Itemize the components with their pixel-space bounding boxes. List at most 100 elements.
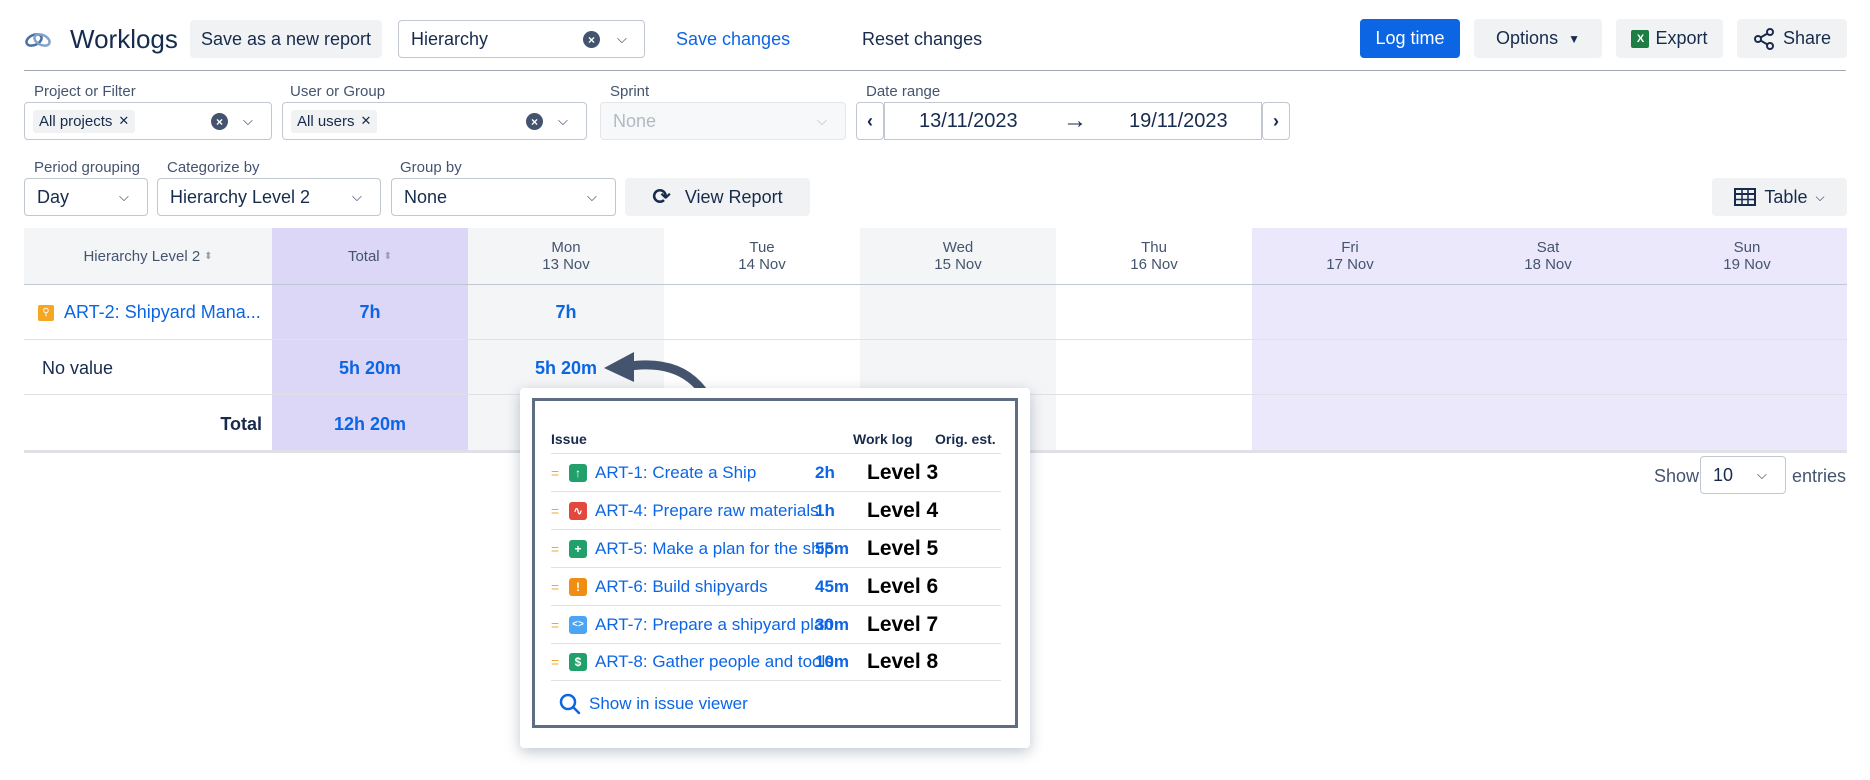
log-time-button[interactable]: Log time <box>1360 19 1460 58</box>
period-grouping-select[interactable]: Day ⌵ <box>24 178 148 216</box>
column-header-thu[interactable]: Thu 16 Nov <box>1056 228 1252 284</box>
issue-link[interactable]: ART-6: Build shipyards <box>595 577 815 597</box>
remove-chip-icon[interactable]: ✕ <box>361 113 372 129</box>
worklog-value[interactable]: 55m <box>815 539 867 559</box>
categorize-by-select[interactable]: Hierarchy Level 2 ⌵ <box>157 178 381 216</box>
column-header-wed[interactable]: Wed 15 Nov <box>860 228 1056 284</box>
total-row-value[interactable]: 12h 20m <box>272 414 468 435</box>
project-filter-label: Project or Filter <box>34 83 136 100</box>
popup-frame: Issue Work log Orig. est. = ↑ ART-1: Cre… <box>532 398 1018 728</box>
clear-icon[interactable]: × <box>583 31 600 48</box>
column-header-sat[interactable]: Sat 18 Nov <box>1449 228 1647 284</box>
sort-icon: ⬍ <box>383 250 393 262</box>
clear-icon[interactable]: × <box>526 113 543 130</box>
row-total-cell[interactable]: 5h 20m <box>272 358 468 379</box>
entries-label: entries <box>1792 466 1847 486</box>
column-header-total[interactable]: Total ⬍ <box>272 228 468 284</box>
project-chip[interactable]: All projects ✕ <box>33 109 136 133</box>
view-report-button[interactable]: ⟳ View Report <box>625 178 810 216</box>
popup-col-worklog: Work log <box>853 431 913 447</box>
group-by-select[interactable]: None ⌵ <box>391 178 616 216</box>
options-button[interactable]: Options ▼ <box>1474 19 1602 58</box>
day-date: 15 Nov <box>934 256 982 273</box>
issue-link[interactable]: ART-4: Prepare raw materials <box>595 501 819 521</box>
worklog-value[interactable]: 10m <box>815 652 867 672</box>
share-button[interactable]: Share <box>1737 19 1847 58</box>
popup-issue-row: = $ ART-8: Gather people and tools 10m L… <box>551 643 1001 681</box>
dollar-icon: $ <box>569 653 587 671</box>
sprint-label: Sprint <box>610 83 650 100</box>
entries-select[interactable]: 10 ⌵ <box>1700 456 1786 494</box>
header-divider <box>24 284 1847 285</box>
view-mode-button[interactable]: Table ⌵ <box>1712 178 1847 216</box>
day-name: Tue <box>749 239 775 256</box>
date-range-label: Date range <box>866 83 941 100</box>
chevron-down-icon: ⌵ <box>119 189 129 204</box>
chevron-down-icon: ▼ <box>1568 31 1580 46</box>
excel-icon: X <box>1631 29 1650 48</box>
date-prev-button[interactable]: ‹ <box>856 102 884 140</box>
column-header-category[interactable]: Hierarchy Level 2 ⬍ <box>24 228 272 284</box>
date-range-picker[interactable]: 13/11/2023 → 19/11/2023 <box>884 102 1262 140</box>
column-header-fri[interactable]: Fri 17 Nov <box>1252 228 1448 284</box>
code-icon: <> <box>569 615 587 634</box>
priority-medium-icon: = <box>551 464 560 481</box>
popup-issue-row: = ∿ ART-4: Prepare raw materials 1h Leve… <box>551 491 1001 529</box>
row-divider <box>24 339 1847 340</box>
share-icon <box>1753 27 1774 50</box>
plus-icon: + <box>569 539 587 558</box>
date-next-button[interactable]: › <box>1262 102 1290 140</box>
date-from[interactable]: 13/11/2023 <box>919 110 1018 133</box>
save-as-new-report-button[interactable]: Save as a new report <box>190 20 382 58</box>
worklog-value[interactable]: 45m <box>815 577 867 597</box>
chevron-down-icon: ⌵ <box>587 189 597 204</box>
header-divider <box>24 70 1846 71</box>
chevron-down-icon: ⌵ <box>1757 467 1767 482</box>
options-label: Options <box>1496 28 1559 48</box>
clear-icon[interactable]: × <box>211 113 228 130</box>
export-button[interactable]: X Export <box>1616 19 1723 58</box>
user-chip[interactable]: All users ✕ <box>291 109 378 133</box>
report-select-value: Hierarchy <box>411 28 489 49</box>
arrow-right-icon: → <box>1063 107 1087 134</box>
column-header-category-label: Hierarchy Level 2 <box>83 247 201 265</box>
row-label-link[interactable]: ART-2: Shipyard Mana... <box>64 302 261 323</box>
save-changes-button[interactable]: Save changes <box>676 20 790 58</box>
table-row: ⚲ ART-2: Shipyard Mana... <box>38 302 261 323</box>
user-filter-select[interactable]: All users ✕ × ⌵ <box>282 102 587 140</box>
row-mon-cell[interactable]: 7h <box>468 302 664 323</box>
row-total-cell[interactable]: 7h <box>272 302 468 323</box>
date-to[interactable]: 19/11/2023 <box>1129 110 1228 133</box>
show-in-issue-viewer-label: Show in issue viewer <box>589 694 748 713</box>
chevron-down-icon[interactable]: ⌵ <box>617 31 627 47</box>
pulse-icon: ∿ <box>569 501 587 520</box>
popup-issue-row: = ↑ ART-1: Create a Ship 2h Level 3 <box>551 453 1001 491</box>
column-header-total-label: Total <box>347 247 380 265</box>
issue-link[interactable]: ART-8: Gather people and tools <box>595 652 834 672</box>
column-header-tue[interactable]: Tue 14 Nov <box>664 228 860 284</box>
level-annotation: Level 6 <box>867 574 939 598</box>
reset-changes-button[interactable]: Reset changes <box>862 20 982 58</box>
popup-col-orig-est: Orig. est. <box>935 431 996 447</box>
show-in-issue-viewer-link[interactable]: Show in issue viewer <box>559 693 748 715</box>
remove-chip-icon[interactable]: ✕ <box>118 113 129 129</box>
issue-link[interactable]: ART-7: Prepare a shipyard plan <box>595 615 833 635</box>
chevron-down-icon[interactable]: ⌵ <box>558 113 568 129</box>
worklog-value[interactable]: 30m <box>815 615 867 635</box>
popup-issue-row: = <> ART-7: Prepare a shipyard plan 30m … <box>551 605 1001 643</box>
project-filter-select[interactable]: All projects ✕ × ⌵ <box>24 102 272 140</box>
level-annotation: Level 3 <box>867 460 939 484</box>
worklog-value[interactable]: 1h <box>815 501 867 521</box>
worklog-value[interactable]: 2h <box>815 463 867 483</box>
column-header-mon[interactable]: Mon 13 Nov <box>468 228 664 284</box>
sprint-select: None ⌵ <box>600 102 846 140</box>
view-mode-label: Table <box>1764 186 1808 207</box>
chevron-down-icon[interactable]: ⌵ <box>243 113 253 129</box>
project-chip-label: All projects <box>39 112 113 130</box>
issue-link[interactable]: ART-5: Make a plan for the ship <box>595 539 834 559</box>
level-annotation: Level 4 <box>867 498 939 522</box>
chevron-down-icon: ⌵ <box>817 113 827 128</box>
column-header-sun[interactable]: Sun 19 Nov <box>1647 228 1847 284</box>
report-select[interactable]: Hierarchy × ⌵ <box>398 20 645 58</box>
issue-link[interactable]: ART-1: Create a Ship <box>595 463 815 483</box>
